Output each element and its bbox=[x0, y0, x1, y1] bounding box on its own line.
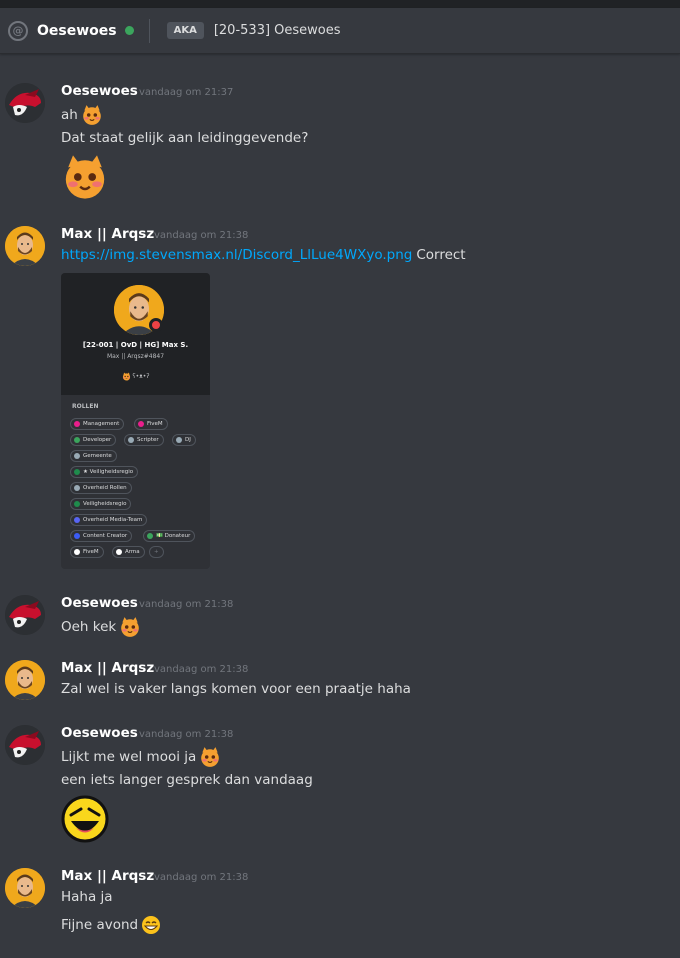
profile-status: ʕ•ᴥ•ʔ bbox=[61, 372, 210, 381]
role-pill: FiveM bbox=[134, 418, 168, 430]
message-timestamp: vandaag om 21:38 bbox=[139, 729, 234, 740]
cat-emoji-icon bbox=[120, 616, 140, 638]
role-pill: DJ bbox=[172, 434, 196, 446]
add-role-button: + bbox=[149, 546, 164, 558]
message-text: Oeh kek bbox=[61, 619, 117, 635]
message-timestamp: vandaag om 21:37 bbox=[139, 87, 234, 98]
laughing-emoji-icon bbox=[61, 795, 109, 843]
message-timestamp: vandaag om 21:38 bbox=[154, 230, 249, 241]
message-line: Fijne avond bbox=[61, 915, 161, 935]
message-text: Fijne avond bbox=[61, 917, 139, 933]
avatar[interactable] bbox=[5, 226, 45, 266]
grinning-emoji-icon bbox=[142, 916, 161, 934]
message-timestamp: vandaag om 21:38 bbox=[139, 599, 234, 610]
message-text: Zal wel is vaker langs komen voor een pr… bbox=[61, 681, 411, 697]
message-timestamp: vandaag om 21:38 bbox=[154, 664, 249, 675]
image-embed[interactable]: [22-001 | OvD | HG] Max S. Max || Arqsz#… bbox=[61, 273, 210, 569]
message-text: Dat staat gelijk aan leidinggevende? bbox=[61, 130, 309, 146]
role-pill: ★ Veiligheidsregio bbox=[70, 466, 139, 478]
message-line: Haha ja bbox=[61, 889, 113, 905]
avatar[interactable] bbox=[5, 725, 45, 765]
window-top-strip bbox=[0, 0, 680, 8]
role-pill: Veiligheidsregio bbox=[70, 498, 132, 510]
role-pill: Gemeente bbox=[70, 450, 117, 462]
role-pill: Scripter bbox=[124, 434, 164, 446]
message-author[interactable]: Oesewoes bbox=[61, 595, 138, 611]
message-line: ah bbox=[61, 104, 103, 126]
message-text: Correct bbox=[416, 247, 466, 263]
roles-title: ROLLEN bbox=[72, 403, 99, 410]
header-divider bbox=[148, 18, 150, 43]
avatar[interactable] bbox=[5, 660, 45, 700]
aka-badge: AKA bbox=[166, 22, 204, 39]
dnd-status-icon bbox=[149, 318, 163, 332]
message-author[interactable]: Max || Arqsz bbox=[61, 226, 154, 242]
message-line: een iets langer gesprek dan vandaag bbox=[61, 772, 313, 788]
cat-emoji-icon bbox=[122, 372, 130, 381]
online-status-icon bbox=[124, 26, 134, 35]
avatar[interactable] bbox=[5, 868, 45, 908]
message-text: een iets langer gesprek dan vandaag bbox=[61, 772, 313, 788]
role-pill: Developer bbox=[70, 434, 117, 446]
avatar[interactable] bbox=[5, 83, 45, 123]
profile-tag: Max || Arqsz#4847 bbox=[106, 353, 165, 360]
message-line: Dat staat gelijk aan leidinggevende? bbox=[61, 130, 308, 146]
message-text: ah bbox=[61, 107, 78, 123]
role-pill: Content Creator bbox=[70, 530, 133, 542]
message-author[interactable]: Oesewoes bbox=[61, 725, 138, 741]
message-timestamp: vandaag om 21:38 bbox=[154, 872, 249, 883]
role-pill: Arma bbox=[112, 546, 145, 558]
header-display-name[interactable]: Oesewoes bbox=[37, 23, 117, 39]
header-nickname: [20-533] Oesewoes bbox=[213, 23, 341, 38]
cat-blush-emoji-icon bbox=[64, 154, 106, 200]
message-text: Lijkt me wel mooi ja bbox=[61, 749, 197, 765]
message-author[interactable]: Max || Arqsz bbox=[61, 660, 154, 676]
message-author[interactable]: Max || Arqsz bbox=[61, 868, 154, 884]
role-pill: Overheid Rollen bbox=[70, 482, 132, 494]
at-sign-icon: @ bbox=[8, 20, 28, 41]
message-link[interactable]: https://img.stevensmax.nl/Discord_LlLue4… bbox=[61, 247, 412, 263]
profile-name: [22-001 | OvD | HG] Max S. bbox=[82, 341, 189, 349]
message-line: Oeh kek bbox=[61, 616, 141, 638]
message-text: Haha ja bbox=[61, 889, 113, 905]
role-pill: Management bbox=[70, 418, 125, 430]
message-author[interactable]: Oesewoes bbox=[61, 83, 138, 99]
role-pill: FiveM bbox=[70, 546, 104, 558]
role-pill: 💵 Donateur bbox=[143, 530, 196, 542]
message-line: https://img.stevensmax.nl/Discord_LlLue4… bbox=[61, 247, 466, 263]
cat-emoji-icon bbox=[82, 104, 102, 126]
dm-header: @ Oesewoes AKA [20-533] Oesewoes bbox=[0, 8, 680, 54]
message-line: Zal wel is vaker langs komen voor een pr… bbox=[61, 681, 411, 697]
message-line: Lijkt me wel mooi ja bbox=[61, 746, 221, 768]
cat-emoji-icon bbox=[200, 746, 220, 768]
profile-status-text: ʕ•ᴥ•ʔ bbox=[132, 373, 150, 380]
role-pill: Overheid Media-Team bbox=[70, 514, 148, 526]
avatar[interactable] bbox=[5, 595, 45, 635]
